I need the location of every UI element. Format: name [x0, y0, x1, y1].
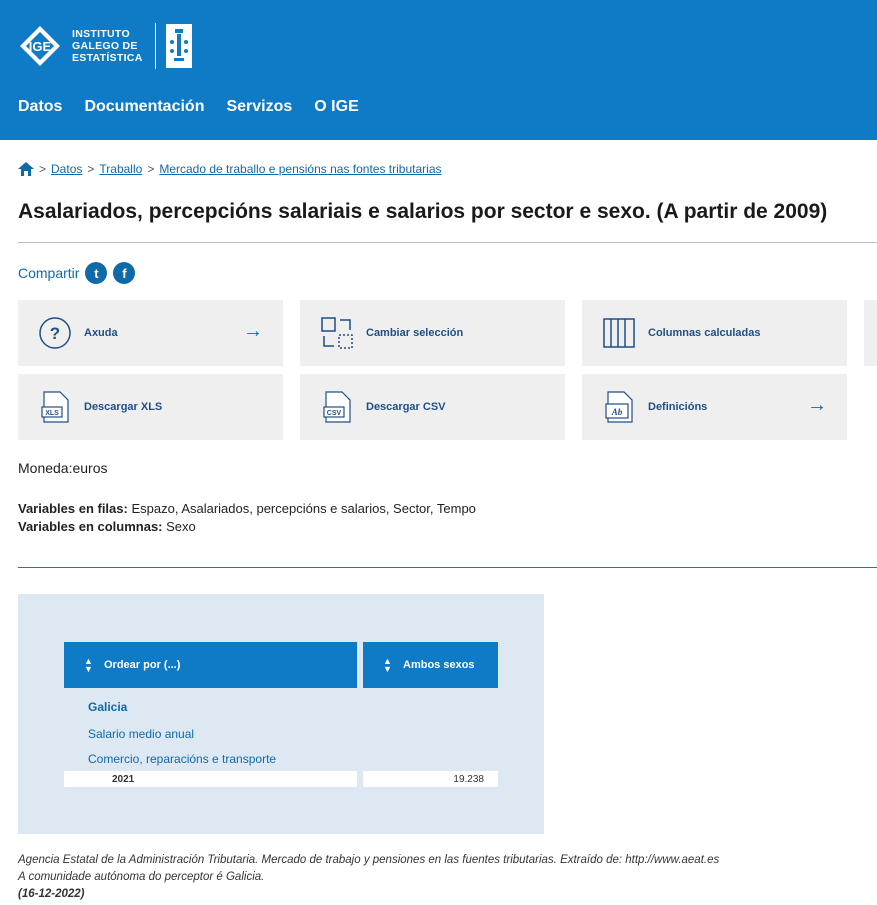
svg-text:IGE: IGE — [29, 39, 52, 54]
value-cell: 19.238 — [363, 771, 498, 787]
svg-text:Ab: Ab — [611, 407, 623, 417]
twitter-icon[interactable]: t — [85, 262, 108, 284]
columns-icon — [602, 316, 636, 350]
title-divider — [18, 242, 877, 243]
nav-documentacion[interactable]: Documentación — [84, 98, 204, 116]
ige-logo[interactable]: IGE INSTITUTO GALEGO DE ESTATÍSTICA — [18, 18, 192, 74]
svg-text:?: ? — [50, 324, 60, 343]
logo-text: INSTITUTO GALEGO DE ESTATÍSTICA — [72, 28, 143, 64]
section-divider — [18, 567, 877, 568]
currency-note: Moneda:euros — [18, 460, 108, 476]
change-selection-button[interactable]: Cambiar selección — [300, 300, 565, 366]
nav-servizos[interactable]: Servizos — [226, 98, 292, 116]
swap-selection-icon — [320, 316, 354, 350]
xunta-crest-icon — [165, 24, 192, 68]
rows-value: Espazo, Asalariados, percepcións e salar… — [127, 501, 476, 516]
arrow-right-icon: → — [243, 320, 263, 342]
help-button[interactable]: ? Axuda → — [18, 300, 283, 366]
download-xls-button[interactable]: XLS Descargar XLS — [18, 374, 283, 440]
arrow-right-icon: → — [807, 394, 827, 416]
row-galicia: Galicia — [88, 700, 128, 714]
nav-datos[interactable]: Datos — [18, 98, 62, 116]
page-title: Asalariados, percepcións salariais e sal… — [18, 200, 828, 223]
definitions-button[interactable]: Ab Definicións → — [582, 374, 847, 440]
data-table-panel — [18, 594, 544, 834]
main-nav: Datos Documentación Servizos O IGE — [18, 98, 359, 116]
facebook-icon[interactable]: f — [113, 262, 136, 284]
breadcrumb-sep: > — [39, 162, 47, 176]
svg-text:CSV: CSV — [327, 410, 342, 417]
breadcrumb-sep: > — [147, 162, 155, 176]
sort-icon: ▲ ▼ — [84, 656, 93, 674]
share-bar: Compartir t f — [18, 262, 136, 284]
order-by-header[interactable]: ▲ ▼ Ordear por (...) — [64, 642, 357, 688]
footer-notes: Agencia Estatal de la Administración Tri… — [18, 852, 719, 903]
variables-info: Variables en filas: Espazo, Asalariados,… — [18, 500, 476, 536]
cols-value: Sexo — [162, 519, 196, 534]
cols-label: Variables en columnas: — [18, 519, 163, 534]
row-year-cell: 2021 — [64, 771, 357, 787]
breadcrumb-sep: > — [87, 162, 95, 176]
more-tools-tile[interactable] — [864, 300, 877, 366]
row-sector: Comercio, reparacións e transporte — [88, 752, 277, 766]
breadcrumb: > Datos > Traballo > Mercado de traballo… — [18, 162, 442, 176]
xls-file-icon: XLS — [38, 390, 72, 424]
site-header: IGE INSTITUTO GALEGO DE ESTATÍSTICA Dato… — [0, 0, 877, 140]
logo-divider — [154, 23, 156, 69]
source-note: Agencia Estatal de la Administración Tri… — [18, 854, 720, 866]
ige-emblem-icon: IGE — [18, 24, 62, 68]
nav-o-ige[interactable]: O IGE — [314, 98, 358, 116]
question-icon: ? — [38, 316, 72, 350]
breadcrumb-datos[interactable]: Datos — [51, 162, 82, 176]
home-icon[interactable] — [18, 162, 34, 176]
svg-text:XLS: XLS — [45, 410, 59, 417]
definitions-icon: Ab — [602, 390, 636, 424]
region-note: A comunidade autónoma do perceptor é Gal… — [18, 871, 265, 883]
sort-icon: ▲ ▼ — [383, 656, 392, 674]
calculated-columns-button[interactable]: Columnas calculadas — [582, 300, 847, 366]
breadcrumb-mercado[interactable]: Mercado de traballo e pensións nas fonte… — [159, 162, 441, 176]
row-salario-medio: Salario medio anual — [88, 727, 195, 741]
download-csv-button[interactable]: CSV Descargar CSV — [300, 374, 565, 440]
rows-label: Variables en filas: — [18, 501, 128, 516]
date-note: (16-12-2022) — [18, 888, 85, 900]
breadcrumb-traballo[interactable]: Traballo — [99, 162, 142, 176]
csv-file-icon: CSV — [320, 390, 354, 424]
share-label: Compartir — [18, 265, 80, 281]
both-sexes-header[interactable]: ▲ ▼ Ambos sexos — [363, 642, 498, 688]
